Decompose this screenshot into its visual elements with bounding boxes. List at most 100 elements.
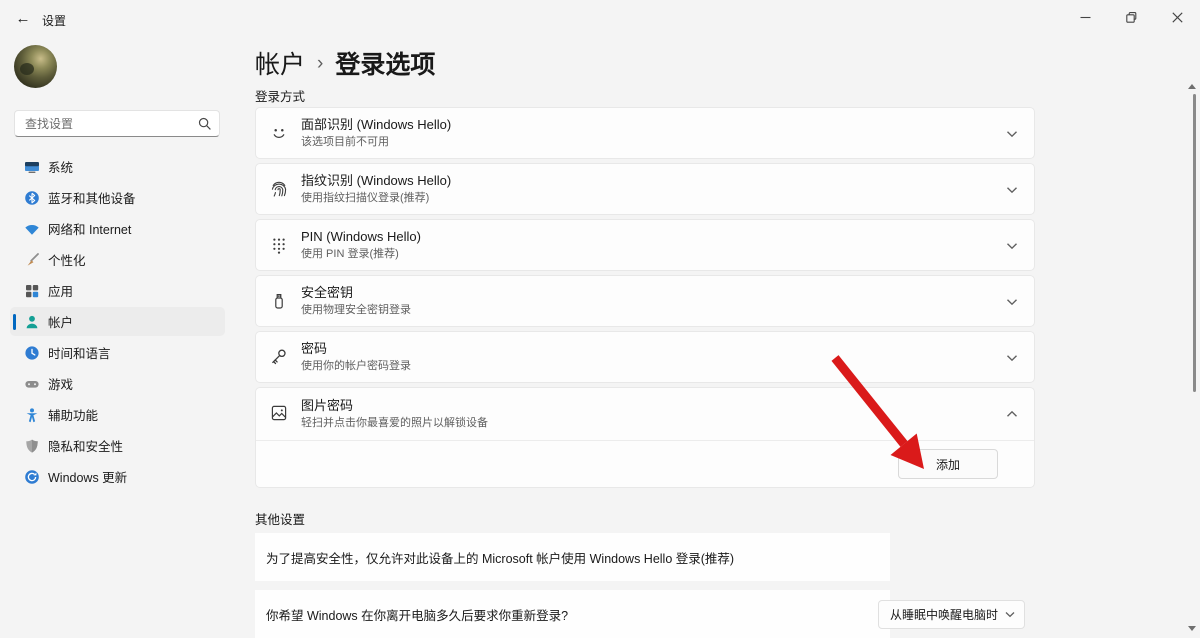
search-icon <box>198 117 211 130</box>
sidebar-item-personalization[interactable]: 个性化 <box>10 245 225 274</box>
sidebar-item-apps[interactable]: 应用 <box>10 276 225 305</box>
sidebar-item-label: 辅助功能 <box>48 409 99 423</box>
row-picture-password-group: 图片密码 轻扫并点击你最喜爱的照片以解锁设备 添加 <box>255 387 1035 488</box>
sidebar-nav: 系统 蓝牙和其他设备 网络和 Internet 个性化 应用 帐户 时间和语言 <box>10 152 225 493</box>
row-title: 图片密码 <box>301 398 354 413</box>
scrollbar-up-arrow[interactable] <box>1188 84 1196 89</box>
row-picture-password[interactable]: 图片密码 轻扫并点击你最喜爱的照片以解锁设备 <box>256 388 1034 440</box>
row-fingerprint-recognition[interactable]: 指纹识别 (Windows Hello) 使用指纹扫描仪登录(推荐) <box>255 163 1035 215</box>
row-title: 指纹识别 (Windows Hello) <box>301 173 452 188</box>
sidebar-item-network[interactable]: 网络和 Internet <box>10 214 225 243</box>
picture-password-icon <box>271 405 287 421</box>
sidebar-item-label: 游戏 <box>48 378 74 392</box>
minimize-icon <box>1080 16 1090 18</box>
security-key-icon <box>275 294 283 309</box>
restore-button[interactable] <box>1108 0 1154 34</box>
sidebar-item-gaming[interactable]: 游戏 <box>10 369 225 398</box>
bluetooth-icon <box>25 190 39 205</box>
row-password[interactable]: 密码 使用你的帐户密码登录 <box>255 331 1035 383</box>
add-button[interactable]: 添加 <box>898 449 998 479</box>
row-subtitle: 该选项目前不可用 <box>301 136 389 148</box>
face-icon <box>273 128 285 138</box>
section-sign-in-ways: 登录方式 <box>255 90 306 104</box>
row-facial-recognition[interactable]: 面部识别 (Windows Hello) 该选项目前不可用 <box>255 107 1035 159</box>
sidebar-item-label: 个性化 <box>48 254 86 268</box>
chevron-down-icon[interactable] <box>1006 298 1018 306</box>
row-subtitle: 使用 PIN 登录(推荐) <box>301 248 399 260</box>
sidebar-item-label: 系统 <box>48 161 74 175</box>
restore-icon <box>1125 11 1136 23</box>
row-security-key[interactable]: 安全密钥 使用物理安全密钥登录 <box>255 275 1035 327</box>
search-input[interactable] <box>15 111 197 136</box>
require-sign-in-label: 你希望 Windows 在你离开电脑多久后要求你重新登录? <box>266 608 569 623</box>
sidebar-item-label: 隐私和安全性 <box>48 440 124 454</box>
fingerprint-icon <box>271 181 287 197</box>
password-key-icon <box>272 349 286 365</box>
minimize-button[interactable] <box>1062 0 1108 34</box>
row-subtitle: 使用你的帐户密码登录 <box>301 360 411 372</box>
scrollbar-thumb[interactable] <box>1192 94 1196 392</box>
scrollbar-down-arrow[interactable] <box>1188 626 1196 631</box>
row-pin[interactable]: PIN (Windows Hello) 使用 PIN 登录(推荐) <box>255 219 1035 271</box>
settings-window: ← 设置 系统 蓝牙和其他设备 网络和 <box>0 0 1200 638</box>
chevron-down-icon[interactable] <box>1006 130 1018 138</box>
search-box <box>14 110 220 137</box>
sidebar-item-bluetooth[interactable]: 蓝牙和其他设备 <box>10 183 225 212</box>
sidebar-item-label: 网络和 Internet <box>48 223 132 237</box>
sidebar-item-label: Windows 更新 <box>48 471 128 485</box>
breadcrumb: 帐户 › 登录选项 <box>255 45 435 81</box>
sidebar-item-time-language[interactable]: 时间和语言 <box>10 338 225 367</box>
apps-grid-icon <box>26 284 39 297</box>
sidebar-item-label: 蓝牙和其他设备 <box>48 192 136 206</box>
back-arrow-icon: ← <box>15 9 31 27</box>
row-subtitle: 使用物理安全密钥登录 <box>301 304 411 316</box>
hello-only-text: 为了提高安全性，仅允许对此设备上的 Microsoft 帐户使用 Windows… <box>266 551 735 566</box>
sidebar-item-system[interactable]: 系统 <box>10 152 225 181</box>
picture-password-expanded-panel: 添加 <box>256 440 1034 487</box>
row-subtitle: 使用指纹扫描仪登录(推荐) <box>301 192 430 204</box>
sidebar-item-windows-update[interactable]: Windows 更新 <box>10 462 225 491</box>
network-wifi-icon <box>25 224 39 235</box>
window-controls <box>1062 0 1200 34</box>
avatar <box>14 45 57 88</box>
row-hello-only-sign-in: 为了提高安全性，仅允许对此设备上的 Microsoft 帐户使用 Windows… <box>255 533 890 581</box>
personalization-brush-icon <box>27 252 39 266</box>
privacy-shield-icon <box>26 439 38 453</box>
row-subtitle: 轻扫并点击你最喜爱的照片以解锁设备 <box>301 417 488 429</box>
windows-update-icon <box>25 469 39 484</box>
close-icon <box>1171 11 1183 23</box>
sidebar-item-privacy[interactable]: 隐私和安全性 <box>10 431 225 460</box>
sidebar-item-label: 帐户 <box>48 316 74 330</box>
chevron-down-icon[interactable] <box>1006 186 1018 194</box>
selected-accent-bar <box>13 313 16 330</box>
chevron-down-icon <box>1005 612 1015 618</box>
section-additional-settings: 其他设置 <box>255 513 306 527</box>
row-title: PIN (Windows Hello) <box>301 229 421 244</box>
dropdown-selected-value: 从睡眠中唤醒电脑时 <box>890 608 999 622</box>
chevron-up-icon[interactable] <box>1006 410 1018 418</box>
breadcrumb-accounts[interactable]: 帐户 <box>255 45 305 81</box>
sidebar-item-accessibility[interactable]: 辅助功能 <box>10 400 225 429</box>
accessibility-person-icon <box>26 407 38 422</box>
time-language-clock-icon <box>25 345 39 360</box>
sidebar-item-label: 应用 <box>48 285 74 299</box>
chevron-down-icon[interactable] <box>1006 354 1018 362</box>
pin-keypad-icon <box>273 238 285 254</box>
close-button[interactable] <box>1154 0 1200 34</box>
breadcrumb-separator: › <box>317 53 324 74</box>
accounts-person-icon <box>26 315 38 328</box>
chevron-down-icon[interactable] <box>1006 242 1018 250</box>
sign-in-options-list: 面部识别 (Windows Hello) 该选项目前不可用 指纹识别 (Wind… <box>255 107 1035 488</box>
row-title: 密码 <box>301 341 328 356</box>
row-title: 安全密钥 <box>301 285 354 300</box>
back-button[interactable]: ← <box>8 4 38 32</box>
sidebar-item-accounts[interactable]: 帐户 <box>10 307 225 336</box>
gaming-gamepad-icon <box>25 380 39 388</box>
row-require-sign-in: 你希望 Windows 在你离开电脑多久后要求你重新登录? <box>255 590 890 638</box>
system-icon <box>25 161 39 173</box>
require-sign-in-dropdown[interactable]: 从睡眠中唤醒电脑时 <box>878 600 1025 629</box>
sidebar-item-label: 时间和语言 <box>48 347 111 361</box>
row-title: 面部识别 (Windows Hello) <box>301 117 452 132</box>
add-button-label: 添加 <box>935 457 960 472</box>
page-title: 登录选项 <box>335 51 436 79</box>
